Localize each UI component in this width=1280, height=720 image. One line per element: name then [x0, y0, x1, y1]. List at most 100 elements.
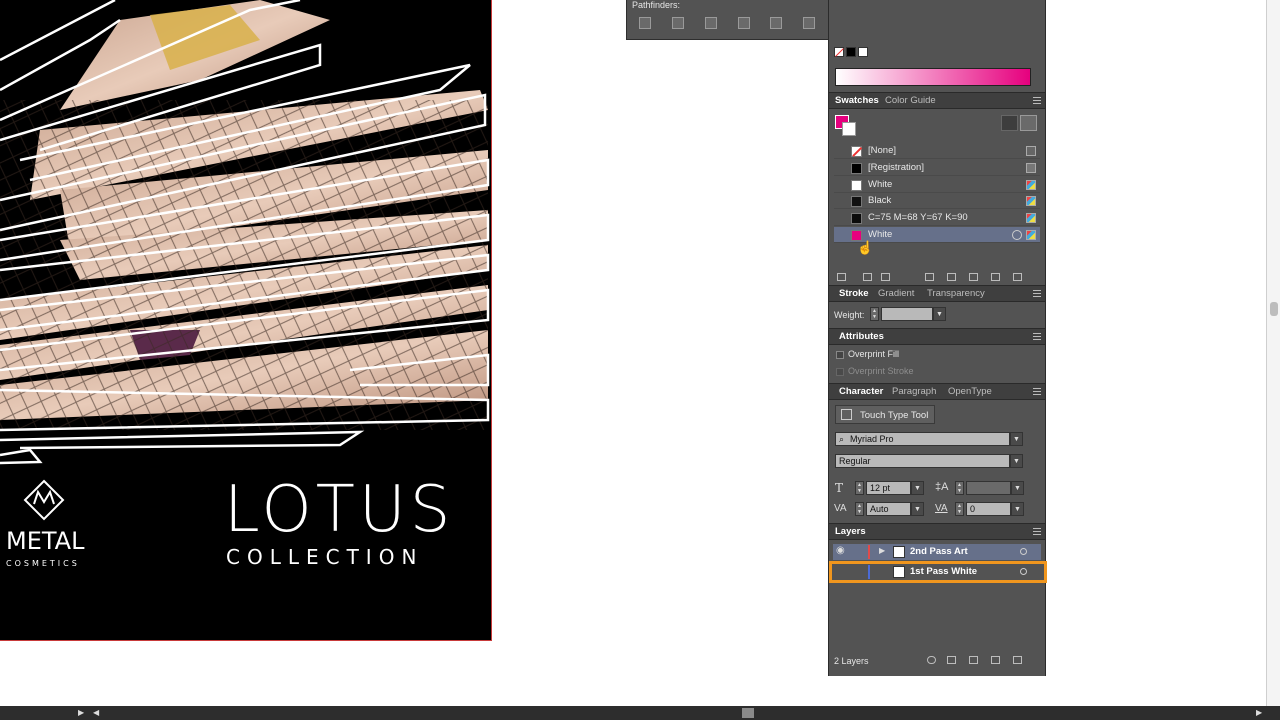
grid-view-icon[interactable]: [1020, 115, 1037, 131]
overprint-stroke-checkbox[interactable]: [836, 368, 844, 376]
tracking-field[interactable]: 0: [966, 502, 1011, 516]
weight-stepper[interactable]: ▲ ▼: [870, 307, 879, 321]
chevron-down-icon[interactable]: ▼: [1010, 432, 1023, 446]
tracking-icon: VA: [935, 503, 948, 514]
tab-paragraph[interactable]: Paragraph: [892, 386, 936, 397]
font-size-stepper[interactable]: ▲ ▼: [855, 481, 864, 495]
process-color-icon: [1026, 230, 1036, 240]
leading-field[interactable]: [966, 481, 1011, 495]
chevron-down-icon[interactable]: ▼: [1011, 481, 1024, 495]
visibility-eye-icon[interactable]: ◉: [836, 545, 845, 556]
font-size-icon: T: [835, 481, 844, 495]
swatch-libraries-icon[interactable]: [837, 273, 846, 281]
swatch-chip: [851, 213, 862, 224]
chevron-down-icon[interactable]: ▼: [1011, 502, 1024, 516]
tracking-stepper[interactable]: ▲ ▼: [955, 502, 964, 516]
swatch-row-none[interactable]: [None]: [834, 143, 1040, 159]
new-color-group-icon[interactable]: [925, 273, 934, 281]
chevron-down-icon[interactable]: ▼: [911, 502, 924, 516]
new-sublayer-icon[interactable]: [969, 656, 978, 664]
scroll-thumb[interactable]: [1270, 302, 1278, 316]
divide-icon[interactable]: [639, 17, 651, 29]
font-style-field[interactable]: Regular: [835, 454, 1010, 468]
list-view-icon[interactable]: [1001, 115, 1018, 131]
color-ramp[interactable]: [835, 68, 1031, 86]
new-layer-icon[interactable]: [991, 656, 1000, 664]
tab-gradient[interactable]: Gradient: [878, 288, 914, 299]
tab-layers[interactable]: Layers: [835, 526, 866, 537]
white-chip[interactable]: [858, 47, 868, 57]
touch-type-label: Touch Type Tool: [860, 410, 929, 421]
font-family-field[interactable]: Myriad Pro ⌕: [835, 432, 1010, 446]
trim-icon[interactable]: [672, 17, 684, 29]
swatch-row-white[interactable]: White: [834, 177, 1040, 193]
layer-name[interactable]: 2nd Pass Art: [910, 546, 968, 557]
locate-object-icon[interactable]: [927, 656, 936, 664]
new-swatch-icon[interactable]: [991, 273, 1000, 281]
play-arrow-icon[interactable]: ▶: [78, 708, 84, 717]
swatch-name: [Registration]: [868, 162, 924, 173]
tab-color-guide[interactable]: Color Guide: [885, 95, 936, 106]
search-icon: ⌕: [839, 434, 845, 444]
spot-color-icon: [1012, 230, 1022, 240]
trash-icon[interactable]: [1013, 656, 1022, 664]
expand-arrow-icon[interactable]: ▶: [879, 546, 885, 555]
kerning-stepper[interactable]: ▲ ▼: [855, 502, 864, 516]
horizontal-scrollbar[interactable]: ▶ ◀ ▶: [0, 706, 1280, 720]
swatch-options-icon[interactable]: [881, 273, 890, 281]
trash-icon[interactable]: [1013, 273, 1022, 281]
kerning-field[interactable]: Auto: [866, 502, 911, 516]
swatch-row-rich-black[interactable]: C=75 M=68 Y=67 K=90: [834, 210, 1040, 226]
crop-icon[interactable]: [738, 17, 750, 29]
panel-menu-icon[interactable]: [1033, 388, 1041, 395]
clipping-mask-icon[interactable]: [947, 656, 956, 664]
black-chip[interactable]: [846, 47, 856, 57]
panel-menu-icon[interactable]: [1033, 528, 1041, 535]
outline-icon[interactable]: [770, 17, 782, 29]
tab-character[interactable]: Character: [839, 386, 883, 397]
layer-row-1st-pass-white[interactable]: 1st Pass White: [833, 564, 1041, 580]
show-kinds-icon[interactable]: [863, 273, 872, 281]
font-family-value: Myriad Pro: [850, 434, 894, 444]
brand-subtitle: COSMETICS: [6, 559, 80, 568]
registration-icon: [1026, 163, 1036, 173]
process-color-icon: [1026, 180, 1036, 190]
panel-menu-icon[interactable]: [1033, 290, 1041, 297]
none-chip-icon[interactable]: [834, 47, 844, 57]
swatch-row-black[interactable]: Black: [834, 193, 1040, 209]
scroll-right-icon[interactable]: ▶: [1256, 708, 1262, 717]
panel-menu-icon[interactable]: [1033, 97, 1041, 104]
merge-icon[interactable]: [705, 17, 717, 29]
scroll-left-icon[interactable]: ◀: [93, 708, 99, 717]
tab-attributes[interactable]: Attributes: [839, 331, 884, 342]
overprint-fill-checkbox[interactable]: [836, 351, 844, 359]
leading-stepper[interactable]: ▲ ▼: [955, 481, 964, 495]
font-size-field[interactable]: 12 pt: [866, 481, 911, 495]
layers-tabbar: Layers: [829, 523, 1045, 540]
layer-name[interactable]: 1st Pass White: [910, 566, 977, 577]
swatch-chip: [851, 196, 862, 207]
target-icon[interactable]: [1020, 568, 1027, 575]
tab-transparency[interactable]: Transparency: [927, 288, 985, 299]
stroke-swatch[interactable]: [842, 122, 856, 136]
folder-icon[interactable]: [969, 273, 978, 281]
edit-swatch-icon[interactable]: [947, 273, 956, 281]
weight-field[interactable]: [881, 307, 933, 321]
tab-stroke[interactable]: Stroke: [839, 288, 869, 299]
tab-swatches[interactable]: Swatches: [835, 95, 879, 106]
overprint-stroke-label: Overprint Stroke: [848, 366, 914, 376]
tab-opentype[interactable]: OpenType: [948, 386, 992, 397]
vertical-scrollbar[interactable]: [1266, 0, 1280, 706]
artboard-poster[interactable]: METAL COSMETICS LOTUS COLLECTION: [0, 0, 492, 641]
target-icon[interactable]: [1020, 548, 1027, 555]
layer-row-2nd-pass-art[interactable]: ◉ ▶ 2nd Pass Art: [833, 544, 1041, 560]
chevron-down-icon[interactable]: ▼: [933, 307, 946, 321]
minus-back-icon[interactable]: [803, 17, 815, 29]
panel-menu-icon[interactable]: [1033, 333, 1041, 340]
swatch-row-registration[interactable]: [Registration]: [834, 160, 1040, 176]
scroll-thumb[interactable]: [742, 708, 754, 718]
chevron-down-icon[interactable]: ▼: [1010, 454, 1023, 468]
touch-type-button[interactable]: Touch Type Tool: [835, 405, 935, 424]
chevron-down-icon[interactable]: ▼: [911, 481, 924, 495]
swatch-name: C=75 M=68 Y=67 K=90: [868, 212, 968, 223]
